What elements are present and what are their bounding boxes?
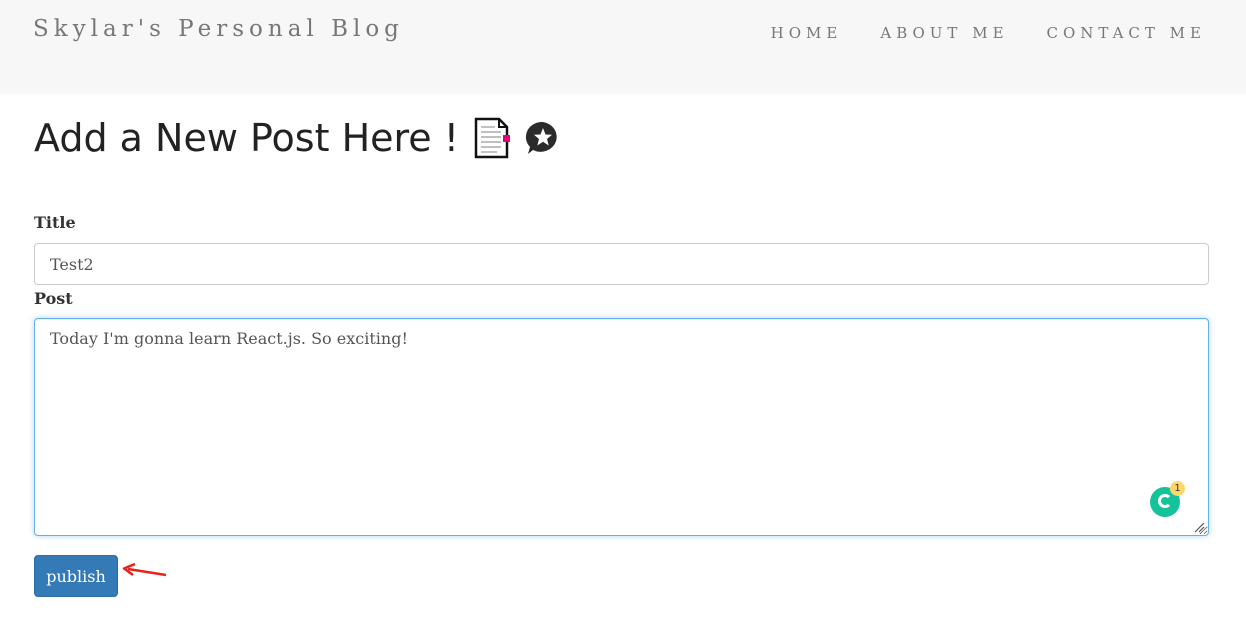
post-textarea[interactable]: Today I'm gonna learn React.js. So excit… bbox=[34, 318, 1209, 536]
resize-handle-icon[interactable] bbox=[1193, 521, 1205, 533]
publish-button[interactable]: publish bbox=[34, 555, 118, 597]
grammarly-badge: 1 bbox=[1170, 481, 1185, 496]
star-speech-bubble-icon bbox=[525, 121, 557, 154]
red-arrow-annotation bbox=[122, 563, 167, 577]
nav-links: HOME ABOUT ME CONTACT ME bbox=[733, 24, 1206, 42]
grammarly-g-glyph bbox=[1158, 494, 1172, 508]
navbar: Skylar's Personal Blog HOME ABOUT ME CON… bbox=[0, 0, 1246, 94]
site-brand[interactable]: Skylar's Personal Blog bbox=[33, 16, 404, 42]
title-label: Title bbox=[34, 213, 76, 232]
nav-home-link[interactable]: HOME bbox=[771, 24, 843, 42]
title-input[interactable] bbox=[34, 243, 1209, 285]
grammarly-icon[interactable]: 1 bbox=[1150, 481, 1185, 517]
page-title: Add a New Post Here ! bbox=[34, 116, 561, 160]
document-icon bbox=[474, 117, 510, 159]
post-label: Post bbox=[34, 289, 73, 308]
page-title-text: Add a New Post Here ! bbox=[34, 116, 459, 160]
nav-contact-link[interactable]: CONTACT ME bbox=[1047, 24, 1206, 42]
nav-about-link[interactable]: ABOUT ME bbox=[880, 24, 1008, 42]
